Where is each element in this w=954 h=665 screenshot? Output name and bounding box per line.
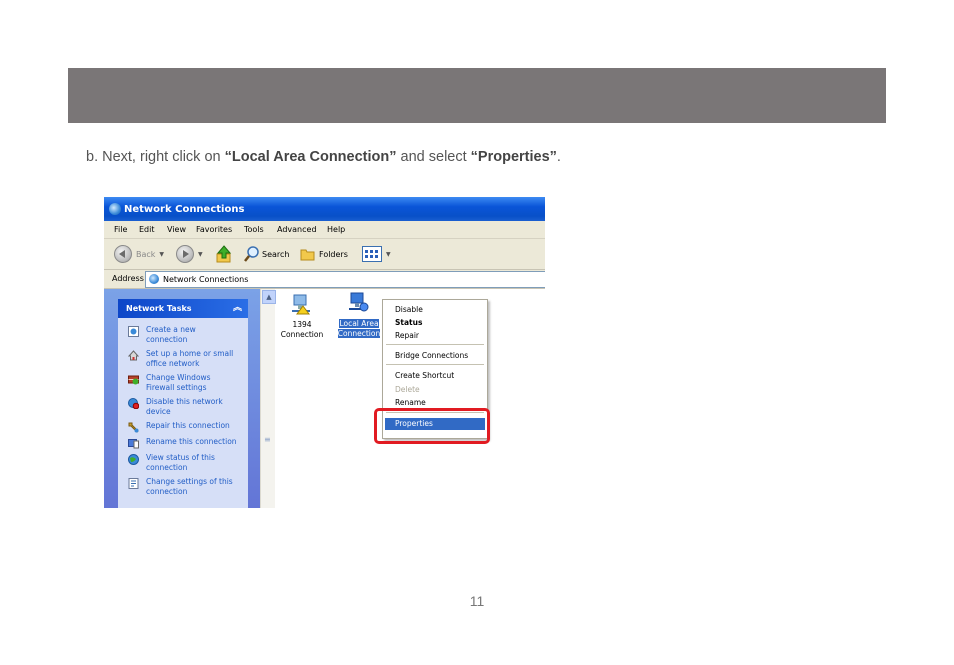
network-tasks-list: Create a new connection Set up a home or … xyxy=(118,318,248,508)
chevron-down-icon: ▼ xyxy=(159,250,165,258)
menu-bar: File Edit View Favorites Tools Advanced … xyxy=(104,221,545,239)
task-pane: Network Tasks ︽ Create a new connection S… xyxy=(104,289,276,508)
back-label: Back xyxy=(136,249,156,259)
views-button[interactable]: ▼ xyxy=(362,245,391,263)
instruction-target: “Local Area Connection” xyxy=(224,149,397,165)
search-button[interactable]: Search xyxy=(244,245,289,263)
settings-document-icon xyxy=(128,478,139,489)
task-line: View status of this xyxy=(146,453,215,462)
properties-callout-box xyxy=(374,408,490,444)
network-connection-icon xyxy=(292,294,310,315)
address-bar: Address Network Connections xyxy=(104,270,545,289)
menu-favorites[interactable]: Favorites xyxy=(196,225,232,234)
window-title: Network Connections xyxy=(124,204,245,215)
folders-label: Folders xyxy=(319,249,348,259)
up-arrow-icon xyxy=(216,245,232,263)
up-folder-button[interactable] xyxy=(215,245,233,263)
connection-1394[interactable]: 1394 Connection xyxy=(279,320,325,340)
collapse-chevron-icon[interactable]: ︽ xyxy=(233,299,242,318)
network-tasks-panel: Network Tasks ︽ Create a new connection S… xyxy=(118,299,248,508)
menu-item-rename[interactable]: Rename xyxy=(395,398,426,407)
address-label: Address xyxy=(112,274,144,283)
menu-item-create-shortcut[interactable]: Create Shortcut xyxy=(395,371,454,380)
local-area-connection-line1: Local Area xyxy=(339,319,379,328)
task-line: connection xyxy=(146,487,188,496)
folders-button[interactable]: Folders xyxy=(300,245,348,263)
search-icon xyxy=(244,246,259,262)
task-line: office network xyxy=(146,359,200,368)
network-tasks-header[interactable]: Network Tasks ︽ xyxy=(118,299,248,318)
home-network-icon xyxy=(128,350,139,361)
menu-edit[interactable]: Edit xyxy=(139,225,155,234)
menu-item-delete: Delete xyxy=(395,385,420,394)
menu-separator xyxy=(386,364,484,365)
scroll-grip-icon: ≡ xyxy=(264,435,271,444)
page-number: 11 xyxy=(469,593,485,609)
toolbar: Back ▼ ▼ Search Folders ▼ xyxy=(104,239,545,270)
title-bar[interactable]: Network Connections xyxy=(104,197,545,221)
header-banner xyxy=(68,68,886,123)
connection-1394-line2: Connection xyxy=(280,330,324,339)
chevron-down-icon: ▼ xyxy=(386,250,391,258)
task-line: Firewall settings xyxy=(146,383,207,392)
task-line: Create a new xyxy=(146,325,196,334)
back-arrow-icon xyxy=(114,245,132,263)
task-line: Disable this network xyxy=(146,397,223,406)
back-button[interactable]: Back ▼ xyxy=(114,245,164,263)
menu-separator xyxy=(386,344,484,345)
network-globe-icon xyxy=(149,274,159,284)
new-connection-icon xyxy=(128,326,139,337)
menu-help[interactable]: Help xyxy=(327,225,345,234)
menu-tools[interactable]: Tools xyxy=(244,225,264,234)
task-line: Change settings of this xyxy=(146,477,233,486)
network-tasks-title: Network Tasks xyxy=(126,304,192,313)
task-pane-scrollbar[interactable]: ▲ ≡ xyxy=(260,289,276,508)
network-connections-window: Network Connections File Edit View Favor… xyxy=(104,197,545,508)
chevron-down-icon: ▼ xyxy=(198,250,203,258)
scroll-up-icon[interactable]: ▲ xyxy=(262,290,276,304)
folder-icon xyxy=(300,249,315,261)
menu-view[interactable]: View xyxy=(167,225,186,234)
menu-item-status[interactable]: Status xyxy=(395,318,422,327)
forward-button[interactable]: ▼ xyxy=(176,245,203,263)
task-line: Repair this connection xyxy=(146,421,230,430)
menu-file[interactable]: File xyxy=(114,225,127,234)
instruction-action: “Properties” xyxy=(470,149,557,165)
instruction-middle: and select xyxy=(396,149,471,165)
views-grid-icon xyxy=(362,246,382,262)
local-area-connection[interactable]: Local Area Connection xyxy=(336,319,382,339)
firewall-icon xyxy=(128,375,139,385)
menu-item-repair[interactable]: Repair xyxy=(395,331,419,340)
rename-icon xyxy=(128,439,139,449)
forward-arrow-icon xyxy=(176,245,194,263)
address-field[interactable]: Network Connections xyxy=(145,271,545,288)
menu-advanced[interactable]: Advanced xyxy=(277,225,317,234)
instruction-suffix: . xyxy=(556,149,561,165)
task-line: Set up a home or small xyxy=(146,349,234,358)
menu-item-disable[interactable]: Disable xyxy=(395,305,423,314)
task-line: Change Windows xyxy=(146,373,211,382)
repair-wrench-icon xyxy=(128,422,139,433)
local-area-connection-icon xyxy=(349,292,369,312)
task-line: Rename this connection xyxy=(146,437,237,446)
connection-1394-line1: 1394 xyxy=(292,320,312,329)
search-label: Search xyxy=(262,249,290,259)
task-line: connection xyxy=(146,463,188,472)
network-globe-icon xyxy=(109,203,121,215)
status-globe-icon xyxy=(128,454,139,465)
instruction-text: b. Next, right click on “Local Area Conn… xyxy=(86,149,561,165)
instruction-prefix: b. Next, right click on xyxy=(86,149,225,165)
local-area-connection-line2: Connection xyxy=(337,329,381,338)
menu-item-bridge-connections[interactable]: Bridge Connections xyxy=(395,351,468,360)
address-value: Network Connections xyxy=(163,275,249,284)
task-line: connection xyxy=(146,335,188,344)
task-line: device xyxy=(146,407,171,416)
disable-network-icon xyxy=(128,398,139,409)
